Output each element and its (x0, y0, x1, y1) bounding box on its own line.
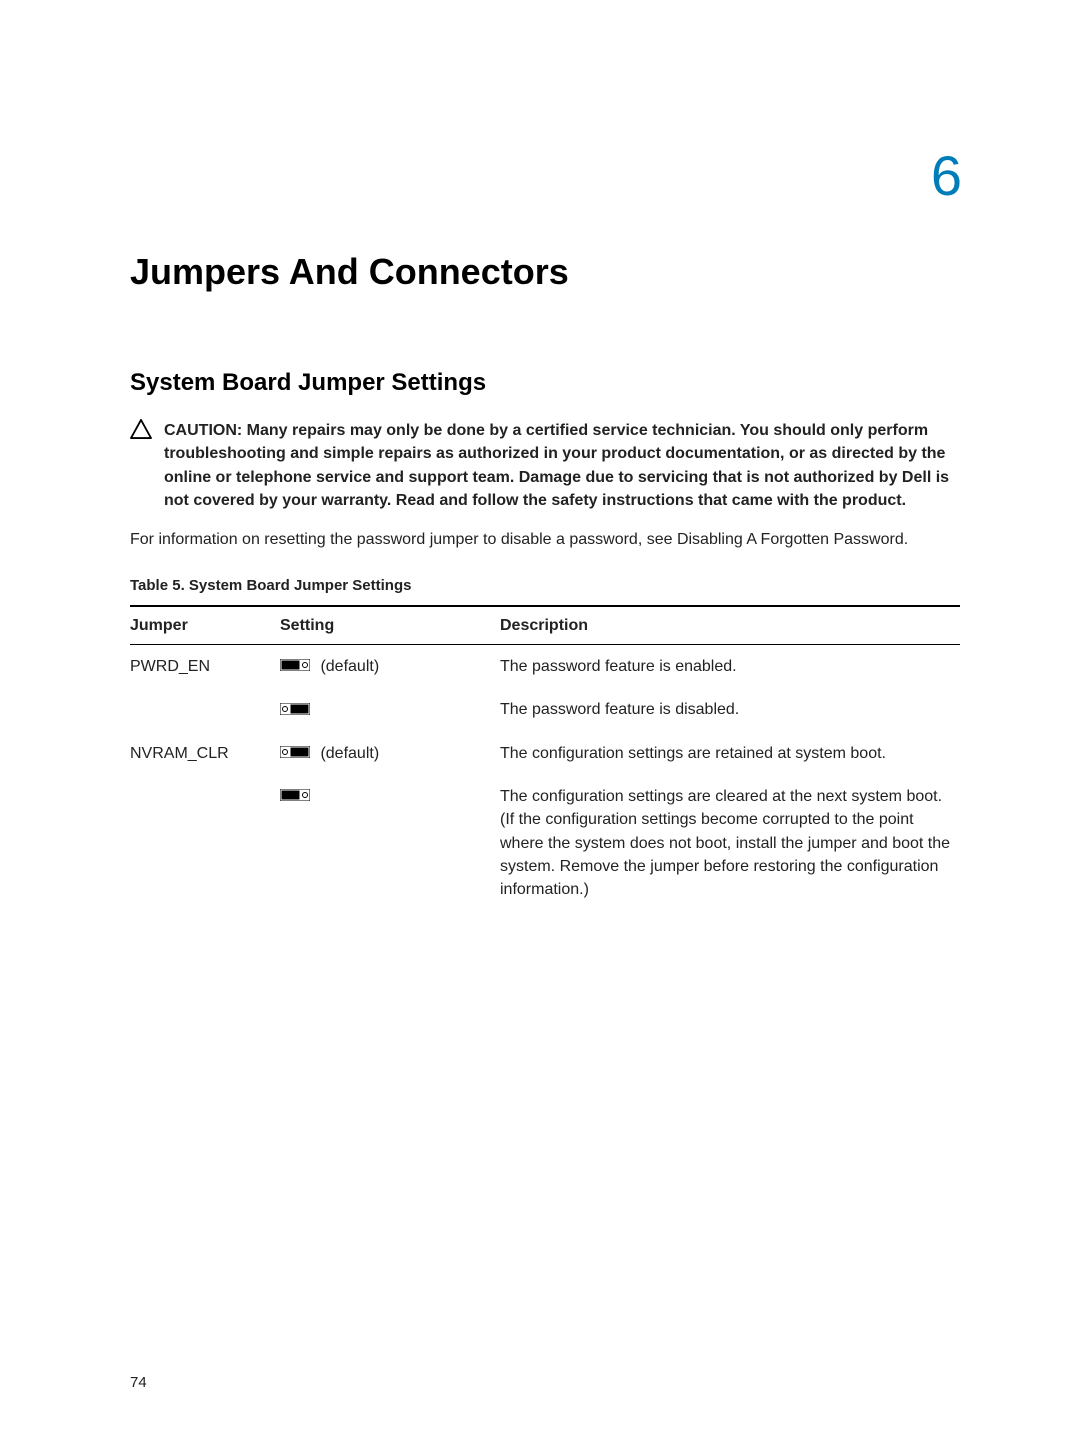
cell-desc: The password feature is disabled. (500, 688, 960, 731)
header-jumper: Jumper (130, 606, 280, 645)
section-title: System Board Jumper Settings (130, 366, 960, 401)
table-row: The configuration settings are cleared a… (130, 775, 960, 911)
cell-desc: The configuration settings are cleared a… (500, 775, 960, 911)
setting-suffix: (default) (316, 745, 379, 762)
caution-text: CAUTION: Many repairs may only be done b… (164, 419, 960, 512)
intro-text: For information on resetting the passwor… (130, 528, 960, 551)
table-row: NVRAM_CLR (default) The configuration se… (130, 732, 960, 775)
cell-jumper (130, 688, 280, 731)
page-title: Jumpers And Connectors (130, 246, 960, 298)
jumper-pins-23-icon (280, 742, 310, 765)
table-row: The password feature is disabled. (130, 688, 960, 731)
header-description: Description (500, 606, 960, 645)
chapter-number: 6 (130, 135, 960, 216)
table-caption: Table 5. System Board Jumper Settings (130, 575, 960, 597)
cell-setting (280, 775, 500, 911)
setting-suffix: (default) (316, 658, 379, 675)
caution-icon (130, 419, 152, 439)
cell-desc: The configuration settings are retained … (500, 732, 960, 775)
cell-jumper: PWRD_EN (130, 645, 280, 689)
jumper-pins-12-icon (280, 655, 310, 678)
header-setting: Setting (280, 606, 500, 645)
cell-jumper (130, 775, 280, 911)
jumper-settings-table: Jumper Setting Description PWRD_EN (defa… (130, 605, 960, 911)
cell-setting: (default) (280, 732, 500, 775)
cell-setting: (default) (280, 645, 500, 689)
jumper-pins-12-icon (280, 785, 310, 808)
page-number: 74 (130, 1372, 147, 1394)
cell-setting (280, 688, 500, 731)
jumper-pins-23-icon (280, 699, 310, 722)
table-header-row: Jumper Setting Description (130, 606, 960, 645)
cell-desc: The password feature is enabled. (500, 645, 960, 689)
cell-jumper: NVRAM_CLR (130, 732, 280, 775)
caution-block: CAUTION: Many repairs may only be done b… (130, 419, 960, 512)
table-row: PWRD_EN (default) The password feature i… (130, 645, 960, 689)
